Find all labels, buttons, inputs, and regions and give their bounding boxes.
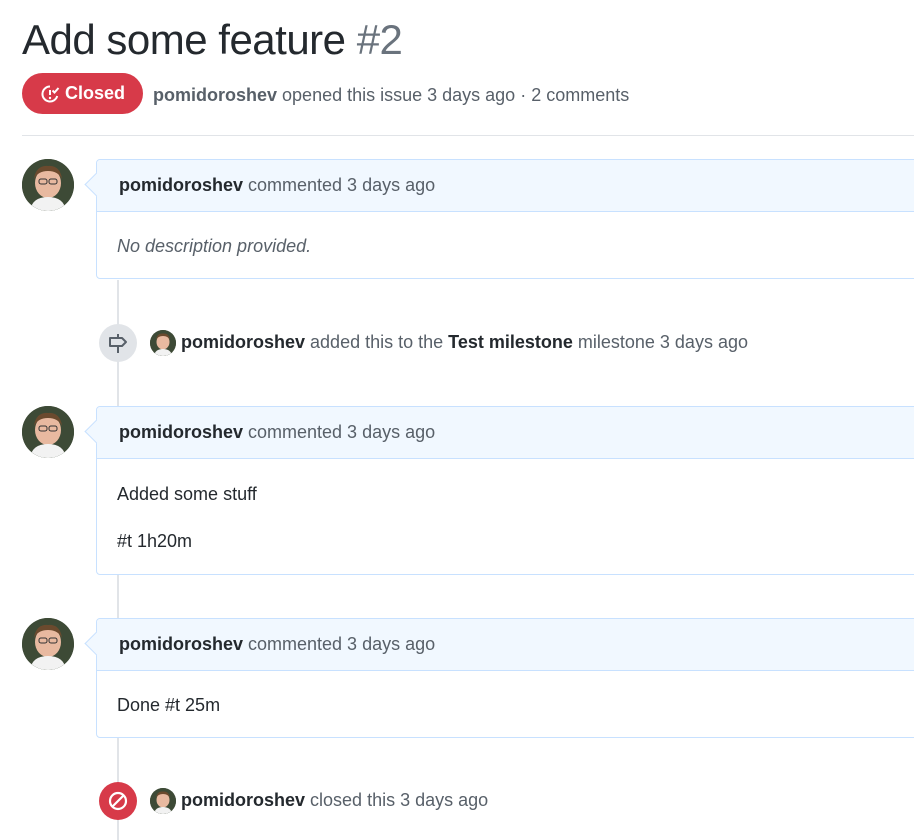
avatar[interactable] — [22, 159, 74, 211]
comment-timestamp[interactable]: commented 3 days ago — [248, 634, 435, 655]
issue-meta-text: opened this issue 3 days ago · 2 comment… — [282, 85, 630, 105]
issue-title-text: Add some feature — [22, 16, 346, 63]
header-divider — [22, 135, 914, 136]
comment-body-line: Added some stuff — [117, 484, 257, 504]
milestone-link[interactable]: Test milestone — [448, 332, 573, 352]
comment-header: pomidoroshev commented 3 days ago — [97, 407, 914, 459]
closed-event-text: pomidoroshev closed this 3 days ago — [181, 790, 488, 811]
avatar[interactable] — [22, 406, 74, 458]
issue-title: Add some feature #2 — [22, 16, 403, 64]
avatar-image — [22, 406, 74, 458]
milestone-event-text: pomidoroshev added this to the Test mile… — [181, 332, 748, 353]
issue-meta: pomidoroshev opened this issue 3 days ag… — [153, 85, 629, 106]
comment-author-link[interactable]: pomidoroshev — [119, 175, 243, 196]
comment-author-link[interactable]: pomidoroshev — [119, 422, 243, 443]
issue-closed-icon — [41, 84, 60, 102]
comment-header: pomidoroshev commented 3 days ago — [97, 619, 914, 671]
event-author-link[interactable]: pomidoroshev — [181, 332, 305, 352]
timeline-comment: pomidoroshev commented 3 days ago Done #… — [96, 618, 914, 738]
event-text-before: added this to the — [310, 332, 444, 352]
avatar-image — [150, 330, 176, 356]
avatar-image — [150, 788, 176, 814]
comment-timestamp[interactable]: commented 3 days ago — [248, 175, 435, 196]
comment-body: Added some stuff #t 1h20m — [97, 459, 914, 552]
milestone-icon — [109, 334, 127, 353]
issue-state-badge: Closed — [22, 73, 143, 114]
circle-slash-icon — [108, 791, 128, 811]
event-author-link[interactable]: pomidoroshev — [181, 790, 305, 810]
comment-timestamp[interactable]: commented 3 days ago — [248, 422, 435, 443]
event-text-after: milestone 3 days ago — [577, 332, 748, 352]
closed-event-badge — [99, 782, 137, 820]
comment-body-text: No description provided. — [117, 236, 312, 256]
milestone-event-badge — [99, 324, 137, 362]
avatar-small[interactable] — [150, 788, 176, 814]
comment-body: No description provided. — [97, 212, 914, 257]
timeline-comment: pomidoroshev commented 3 days ago Added … — [96, 406, 914, 575]
timeline-comment: pomidoroshev commented 3 days ago No des… — [96, 159, 914, 279]
avatar-small[interactable] — [150, 330, 176, 356]
comment-body: Done #t 25m — [97, 671, 914, 716]
comment-body-line: #t 1h20m — [117, 531, 193, 551]
comment-author-link[interactable]: pomidoroshev — [119, 634, 243, 655]
comment-header: pomidoroshev commented 3 days ago — [97, 160, 914, 212]
event-text: closed this 3 days ago — [310, 790, 489, 810]
comment-body-text: Done #t 25m — [117, 695, 221, 715]
issue-author-link[interactable]: pomidoroshev — [153, 85, 277, 105]
issue-number: #2 — [356, 16, 403, 63]
avatar-image — [22, 159, 74, 211]
avatar-image — [22, 618, 74, 670]
issue-state-label: Closed — [64, 83, 125, 103]
avatar[interactable] — [22, 618, 74, 670]
